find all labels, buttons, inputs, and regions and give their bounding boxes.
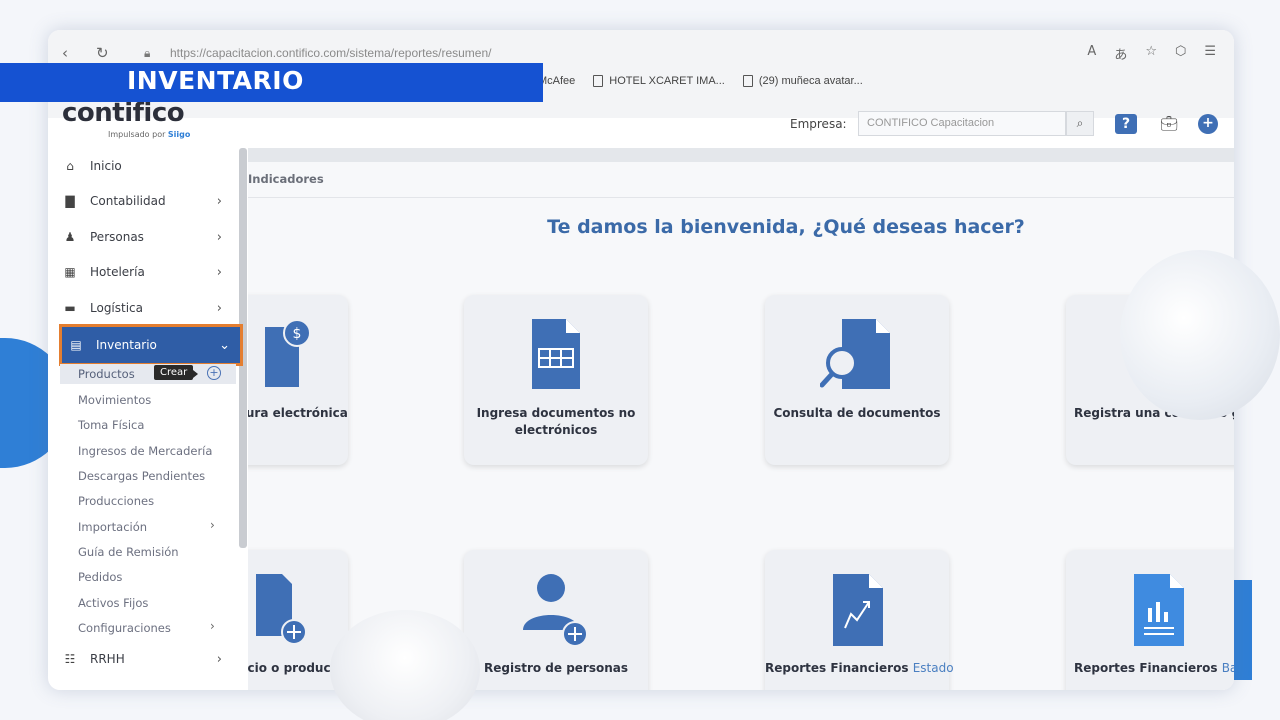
search-icon[interactable]: ⌕: [1066, 111, 1094, 136]
browser-window: ‹ ↻ 🔒︎ https://capacitacion.contifico.co…: [48, 30, 1234, 690]
chevron-down-icon: ⌄: [219, 337, 230, 353]
read-aloud-icon[interactable]: A: [1087, 44, 1096, 63]
refresh-icon[interactable]: ↻: [96, 44, 109, 62]
submenu-guia-remision[interactable]: Guía de Remisión: [78, 545, 179, 559]
card-label: tura electrónica: [248, 406, 348, 420]
crear-tooltip: Crear: [154, 365, 199, 380]
submenu-movimientos[interactable]: Movimientos: [78, 393, 151, 407]
submenu-importacion[interactable]: Importación: [78, 520, 147, 534]
card-label: Reportes Financieros Bala: [1074, 661, 1234, 675]
page-icon: [593, 75, 604, 87]
spreadsheet-document-icon: [532, 319, 580, 389]
empresa-input[interactable]: CONTIFICO Capacitacion: [858, 111, 1066, 136]
bookmarks-bar: McAfee HOTEL XCARET IMA... (29) muñeca a…: [538, 75, 863, 87]
empresa-label: Empresa:: [790, 117, 847, 131]
extensions-icon[interactable]: ⬡: [1175, 44, 1186, 63]
card-registro-personas[interactable]: Registro de personas: [464, 550, 648, 690]
team-icon: ☷: [64, 652, 76, 666]
book-icon: ▇: [65, 194, 75, 208]
card-label: Reportes Financieros Estado: [765, 661, 954, 675]
sidebar-item-personas[interactable]: ♟ Personas ›: [56, 222, 232, 252]
card-reportes-balance[interactable]: Reportes Financieros Bala: [1066, 550, 1234, 690]
address-bar[interactable]: https://capacitacion.contifico.com/siste…: [170, 46, 491, 60]
box-icon: ▬: [64, 301, 76, 315]
report-bar-icon: [1134, 574, 1184, 646]
page-icon: [742, 75, 753, 87]
welcome-heading: Te damos la bienvenida, ¿Qué deseas hace…: [547, 216, 1025, 238]
contifico-logo[interactable]: contifico: [62, 98, 185, 128]
sidebar-item-rrhh[interactable]: ☷ RRHH ›: [56, 644, 232, 674]
help-icon[interactable]: ?: [1115, 114, 1137, 134]
add-circle-icon[interactable]: +: [207, 366, 221, 380]
people-icon: ♟: [64, 230, 76, 244]
invoice-icon: $: [265, 319, 311, 387]
sidebar-item-inventario[interactable]: ▤ Inventario ⌄: [59, 324, 243, 366]
chevron-right-icon: ›: [216, 300, 222, 316]
add-person-icon: [523, 574, 588, 647]
bookmark-item[interactable]: HOTEL XCARET IMA...: [593, 75, 725, 87]
submenu-ingresos-mercaderia[interactable]: Ingresos de Mercadería: [78, 444, 212, 458]
sidebar-item-contabilidad[interactable]: ▇ Contabilidad ›: [56, 186, 232, 216]
submenu-producciones[interactable]: Producciones: [78, 494, 154, 508]
translate-icon[interactable]: あ: [1114, 44, 1127, 63]
submenu-configuraciones[interactable]: Configuraciones: [78, 621, 171, 635]
submenu-descargas-pendientes[interactable]: Descargas Pendientes: [78, 469, 205, 483]
tab-indicadores[interactable]: Indicadores: [248, 162, 1234, 198]
sidebar-item-hoteleria[interactable]: ▦ Hotelería ›: [56, 257, 232, 287]
favorite-icon[interactable]: ☆: [1145, 44, 1157, 63]
chevron-right-icon: ›: [216, 229, 222, 245]
add-icon[interactable]: +: [1198, 114, 1218, 134]
sidebar-item-logistica[interactable]: ▬ Logística ›: [56, 293, 232, 323]
clipboard-icon: ▤: [70, 338, 82, 352]
submenu-pedidos[interactable]: Pedidos: [78, 570, 122, 584]
card-label: Consulta de documentos: [773, 406, 941, 420]
chevron-right-icon: ›: [210, 619, 215, 633]
card-label: Ingresa documentos no electrónicos: [476, 406, 636, 437]
chevron-right-icon: ›: [216, 193, 222, 209]
decorative-bubble-right: [1120, 250, 1280, 420]
bookmark-item[interactable]: McAfee: [538, 75, 575, 87]
chevron-right-icon: ›: [210, 518, 215, 532]
back-icon[interactable]: ‹: [62, 44, 68, 62]
header-divider: [248, 148, 1234, 162]
briefcase-icon[interactable]: 💼︎: [1158, 114, 1180, 134]
submenu-activos-fijos[interactable]: Activos Fijos: [78, 596, 148, 610]
bookmark-item[interactable]: (29) muñeca avatar...: [742, 75, 863, 87]
card-reportes-estado[interactable]: Reportes Financieros Estado: [765, 550, 954, 690]
logo-subtitle: Impulsado por Siigo: [108, 130, 191, 139]
favorites-list-icon[interactable]: ☰: [1204, 44, 1216, 63]
sidebar-scrollbar[interactable]: [239, 148, 247, 548]
svg-text:$: $: [293, 326, 302, 342]
report-trend-icon: [833, 574, 883, 646]
card-documentos-no-electronicos[interactable]: Ingresa documentos no electrónicos: [464, 295, 648, 465]
add-product-icon: [256, 574, 307, 645]
chevron-right-icon: ›: [216, 264, 222, 280]
card-consulta-documentos[interactable]: Consulta de documentos: [765, 295, 949, 465]
decorative-bubble-bottom: [330, 610, 480, 720]
card-label: Registro de personas: [483, 661, 629, 675]
sidebar-item-inicio[interactable]: ⌂ Inicio: [56, 151, 232, 181]
search-document-icon: [820, 319, 890, 389]
building-icon: ▦: [64, 265, 76, 279]
card-factura-electronica[interactable]: $ tura electrónica: [248, 295, 348, 465]
chevron-right-icon: ›: [216, 651, 222, 667]
home-icon: ⌂: [66, 159, 74, 173]
submenu-toma-fisica[interactable]: Toma Física: [78, 418, 144, 432]
lock-icon: 🔒︎: [144, 46, 151, 60]
banner-title: INVENTARIO: [127, 66, 304, 95]
